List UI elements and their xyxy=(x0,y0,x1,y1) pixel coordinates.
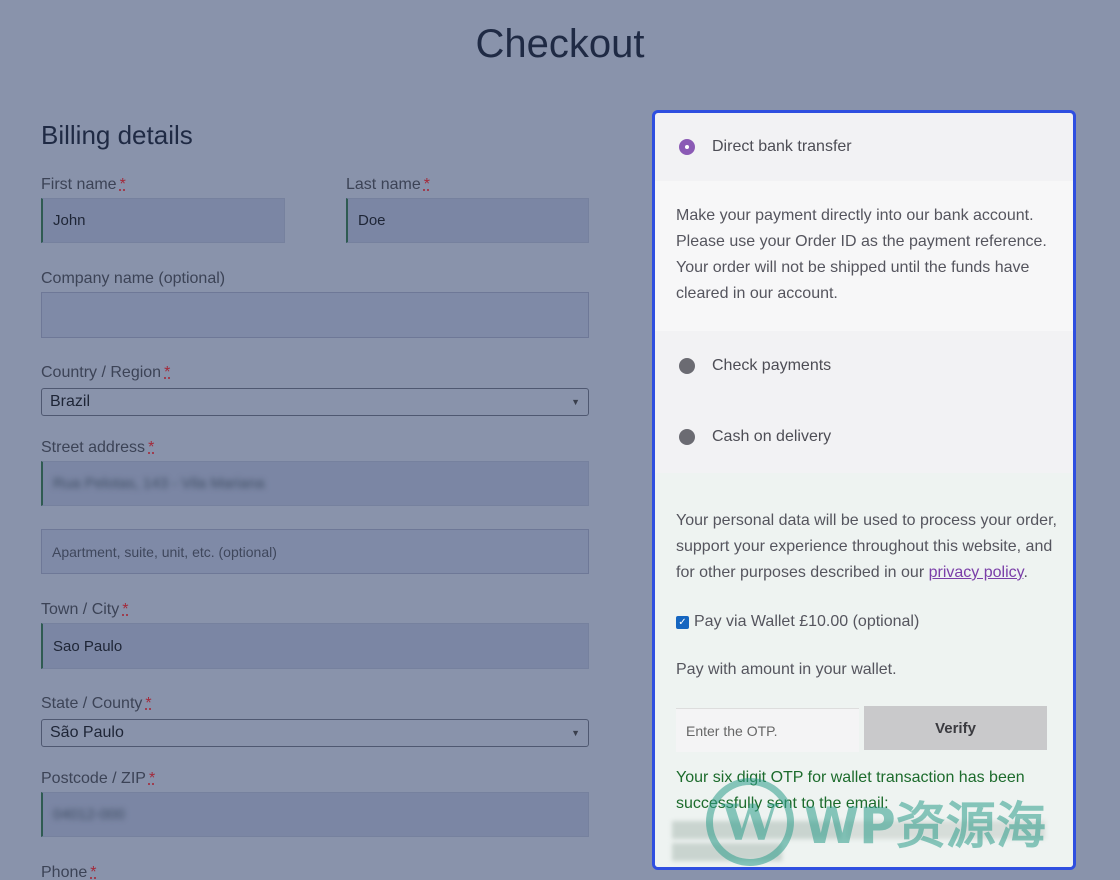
payment-option-label: Check payments xyxy=(712,357,832,374)
wordpress-logo-icon: W xyxy=(706,778,794,866)
last-name-label: Last name * xyxy=(346,176,430,194)
otp-placeholder: Enter the OTP. xyxy=(686,722,778,739)
first-name-input[interactable]: John xyxy=(41,198,285,243)
last-name-label-text: Last name xyxy=(346,176,421,193)
city-label: Town / City * xyxy=(41,601,128,619)
required-mark: * xyxy=(145,695,152,712)
verify-button[interactable]: Verify xyxy=(864,706,1047,750)
street-address-2-placeholder: Apartment, suite, unit, etc. (optional) xyxy=(52,543,277,560)
privacy-policy-link[interactable]: privacy policy xyxy=(929,564,1024,581)
country-value: Brazil xyxy=(50,393,91,410)
wallet-option-label: Pay via Wallet £10.00 (optional) xyxy=(694,613,920,630)
street-label-text: Street address xyxy=(41,439,146,456)
street-value: Rua Pelotas, 143 - Vila Mariana xyxy=(53,475,265,492)
radio-selected-icon[interactable] xyxy=(679,139,695,155)
state-value: São Paulo xyxy=(50,724,124,741)
bank-transfer-description-text: Make your payment directly into our bank… xyxy=(676,207,1047,302)
required-mark: * xyxy=(122,601,129,618)
wallet-note: Pay with amount in your wallet. xyxy=(676,661,897,678)
required-mark: * xyxy=(119,176,126,193)
watermark-text: WP资源海 xyxy=(804,797,1046,855)
required-mark: * xyxy=(148,770,156,787)
country-label-text: Country / Region xyxy=(41,364,162,381)
postcode-input[interactable]: 04012-000 xyxy=(41,792,589,837)
chevron-down-icon: ▼ xyxy=(571,728,580,738)
payment-option-label: Direct bank transfer xyxy=(712,138,852,155)
postcode-label-text: Postcode / ZIP xyxy=(41,770,146,787)
billing-details-heading: Billing details xyxy=(41,120,193,150)
privacy-notice: Your personal data will be used to proce… xyxy=(676,512,1057,581)
payment-option-bank-transfer[interactable]: Direct bank transfer xyxy=(655,131,1073,163)
radio-icon[interactable] xyxy=(679,429,695,445)
state-label: State / County * xyxy=(41,695,152,713)
first-name-label: First name * xyxy=(41,176,126,194)
country-select[interactable]: Brazil ▼ xyxy=(41,388,589,416)
first-name-label-text: First name xyxy=(41,176,117,193)
payment-option-cod[interactable]: Cash on delivery xyxy=(655,421,1073,453)
state-label-text: State / County xyxy=(41,695,143,712)
city-label-text: Town / City xyxy=(41,601,120,618)
postcode-value: 04012-000 xyxy=(53,806,125,823)
payment-option-check[interactable]: Check payments xyxy=(655,350,1073,382)
street-address-input[interactable]: Rua Pelotas, 143 - Vila Mariana xyxy=(41,461,589,506)
phone-label-text: Phone xyxy=(41,864,88,880)
payment-option-label: Cash on delivery xyxy=(712,428,832,445)
chevron-down-icon: ▼ xyxy=(571,397,580,407)
street-address-2-input[interactable]: Apartment, suite, unit, etc. (optional) xyxy=(41,529,589,574)
company-label: Company name (optional) xyxy=(41,270,226,287)
watermark: W WP资源海 xyxy=(706,778,1046,866)
first-name-value: John xyxy=(53,212,86,229)
page-title: Checkout xyxy=(475,22,645,66)
payment-methods-panel: Direct bank transfer Make your payment d… xyxy=(652,110,1076,870)
bank-transfer-description: Make your payment directly into our bank… xyxy=(655,181,1073,331)
state-select[interactable]: São Paulo ▼ xyxy=(41,719,589,747)
phone-label: Phone * xyxy=(41,864,97,880)
otp-input[interactable]: Enter the OTP. xyxy=(676,708,859,752)
checkbox-checked-icon[interactable]: ✓ xyxy=(676,615,689,629)
company-input[interactable] xyxy=(41,292,589,338)
wallet-option[interactable]: ✓ Pay via Wallet £10.00 (optional) xyxy=(676,613,919,631)
required-mark: * xyxy=(148,439,155,456)
last-name-value: Doe xyxy=(358,212,386,229)
country-label: Country / Region * xyxy=(41,364,170,382)
street-label: Street address * xyxy=(41,439,154,457)
required-mark: * xyxy=(423,176,430,193)
city-value: Sao Paulo xyxy=(53,637,123,655)
last-name-input[interactable]: Doe xyxy=(346,198,589,243)
postcode-label: Postcode / ZIP * xyxy=(41,770,155,788)
required-mark: * xyxy=(90,864,97,880)
city-input[interactable]: Sao Paulo xyxy=(41,623,589,669)
radio-icon[interactable] xyxy=(679,358,695,374)
required-mark: * xyxy=(164,364,171,381)
